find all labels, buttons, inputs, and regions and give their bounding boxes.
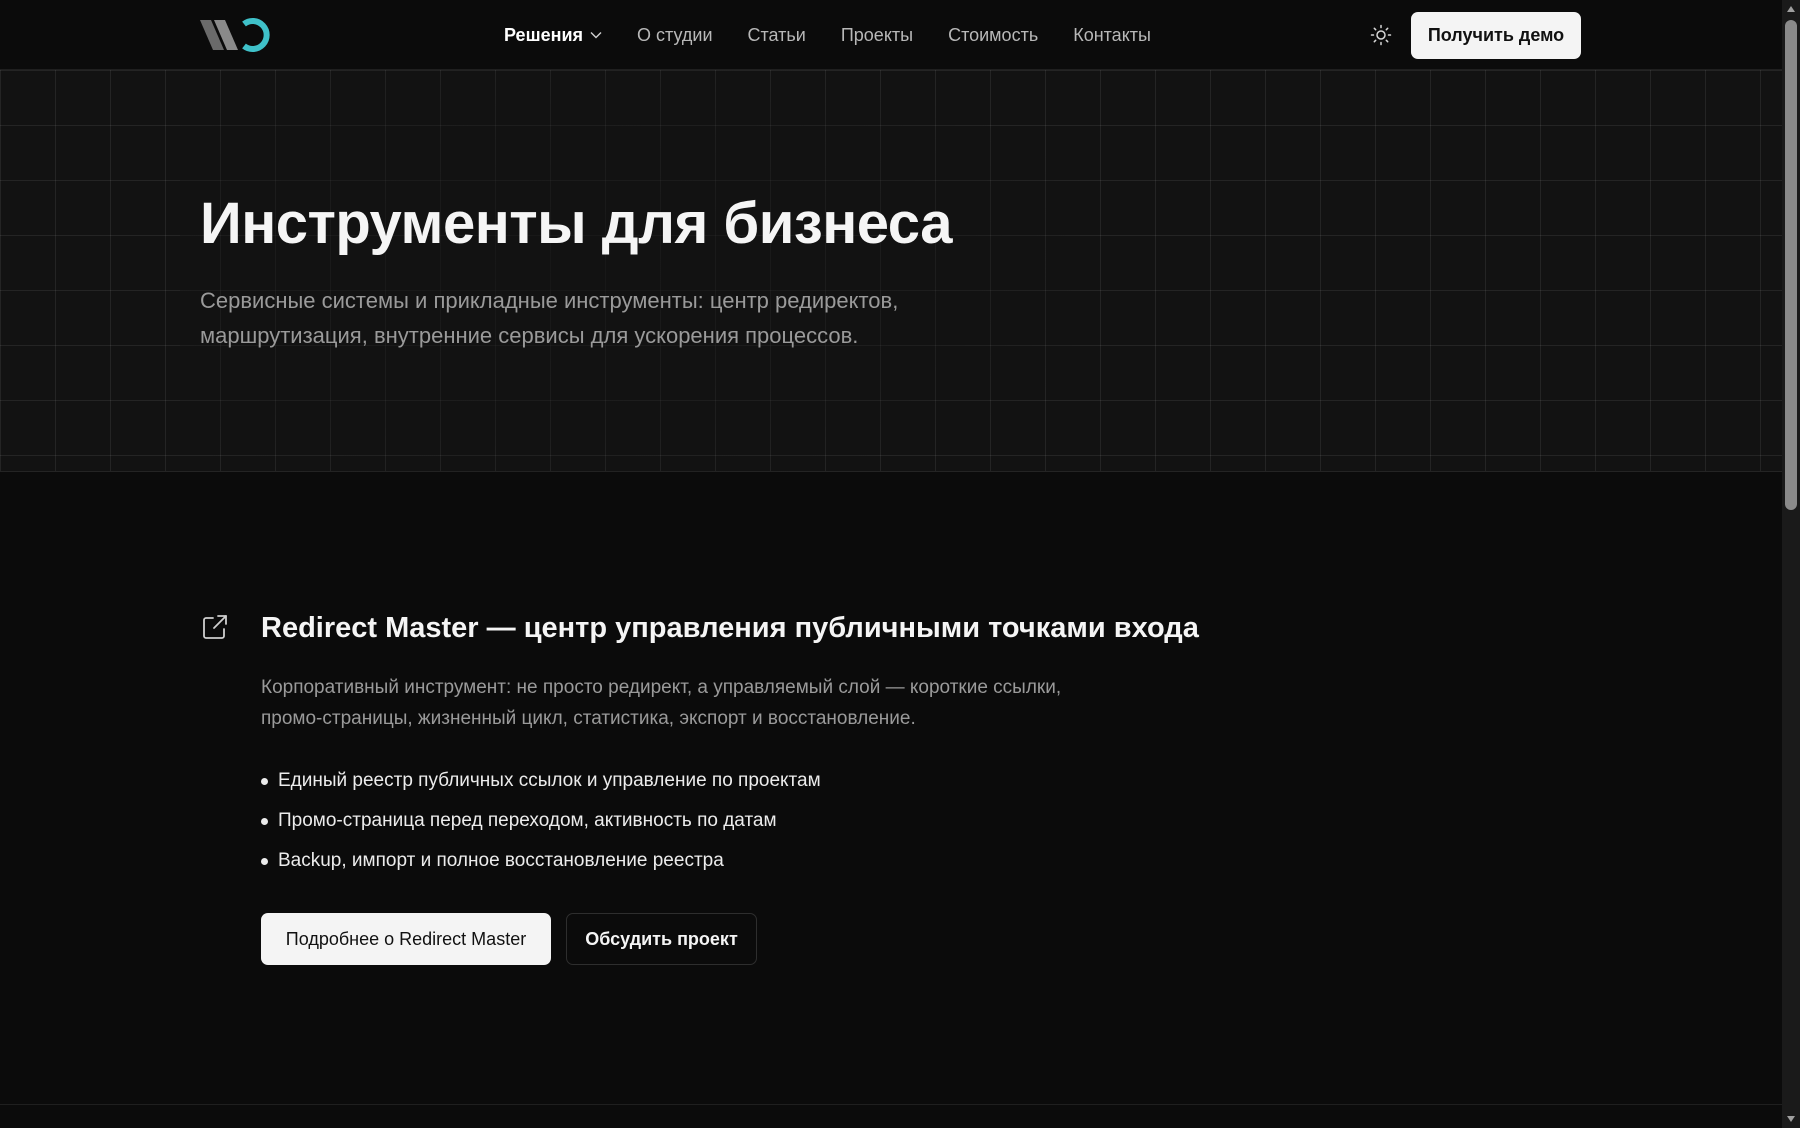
hero-subtitle: Сервисные системы и прикладные инструмен… <box>200 288 899 348</box>
nav-item-solutions[interactable]: Решения <box>504 25 602 46</box>
feature-text: Backup, импорт и полное восстановление р… <box>278 850 724 871</box>
discuss-project-button[interactable]: Обсудить проект <box>566 913 757 965</box>
hero-section: Инструменты для бизнеса Сервисные систем… <box>0 70 1782 472</box>
nav-item-about[interactable]: О студии <box>637 25 712 46</box>
vertical-scrollbar[interactable] <box>1782 0 1800 1128</box>
nav-item-pricing[interactable]: Стоимость <box>948 25 1038 46</box>
page-title: Инструменты для бизнеса <box>200 191 952 256</box>
nav-item-label: Статьи <box>747 24 806 45</box>
feature-list: Единый реестр публичных ссылок и управле… <box>261 761 821 881</box>
main-nav: Решения О студии Статьи Проекты Стоимост… <box>504 0 1186 70</box>
nav-item-label: Решения <box>504 24 584 45</box>
top-navigation-bar: Решения О студии Статьи Проекты Стоимост… <box>0 0 1782 70</box>
studio-logo-icon[interactable] <box>200 16 272 54</box>
get-demo-button[interactable]: Получить демо <box>1411 12 1581 59</box>
hero-grid-fade <box>180 70 1080 472</box>
scroll-up-arrow-icon[interactable] <box>1782 0 1800 18</box>
feature-text: Промо-страница перед переходом, активнос… <box>278 810 777 831</box>
scrollbar-thumb[interactable] <box>1785 20 1797 510</box>
nav-item-label: О студии <box>637 24 713 45</box>
product-title: Redirect Master — центр управления публи… <box>261 612 1199 644</box>
list-item: Промо-страница перед переходом, активнос… <box>261 801 821 841</box>
page: Решения О студии Статьи Проекты Стоимост… <box>0 0 1782 1128</box>
section-divider <box>0 1104 1782 1105</box>
nav-item-projects[interactable]: Проекты <box>841 25 913 46</box>
learn-more-button[interactable]: Подробнее о Redirect Master <box>261 913 551 965</box>
list-item: Backup, импорт и полное восстановление р… <box>261 841 821 881</box>
product-description: Корпоративный инструмент: не просто реди… <box>261 677 1062 729</box>
scroll-down-arrow-icon[interactable] <box>1782 1110 1800 1128</box>
chevron-down-icon <box>590 32 602 39</box>
nav-item-label: Проекты <box>840 24 914 45</box>
external-link-icon <box>203 615 227 639</box>
bullet-icon <box>261 777 268 785</box>
nav-item-label: Стоимость <box>948 24 1039 45</box>
sun-icon[interactable] <box>1370 24 1392 46</box>
nav-item-articles[interactable]: Статьи <box>748 25 806 46</box>
feature-text: Единый реестр публичных ссылок и управле… <box>278 770 821 791</box>
nav-item-contacts[interactable]: Контакты <box>1073 25 1151 46</box>
nav-item-label: Контакты <box>1073 24 1151 45</box>
bullet-icon <box>261 817 268 825</box>
bullet-icon <box>261 857 268 865</box>
list-item: Единый реестр публичных ссылок и управле… <box>261 761 821 801</box>
